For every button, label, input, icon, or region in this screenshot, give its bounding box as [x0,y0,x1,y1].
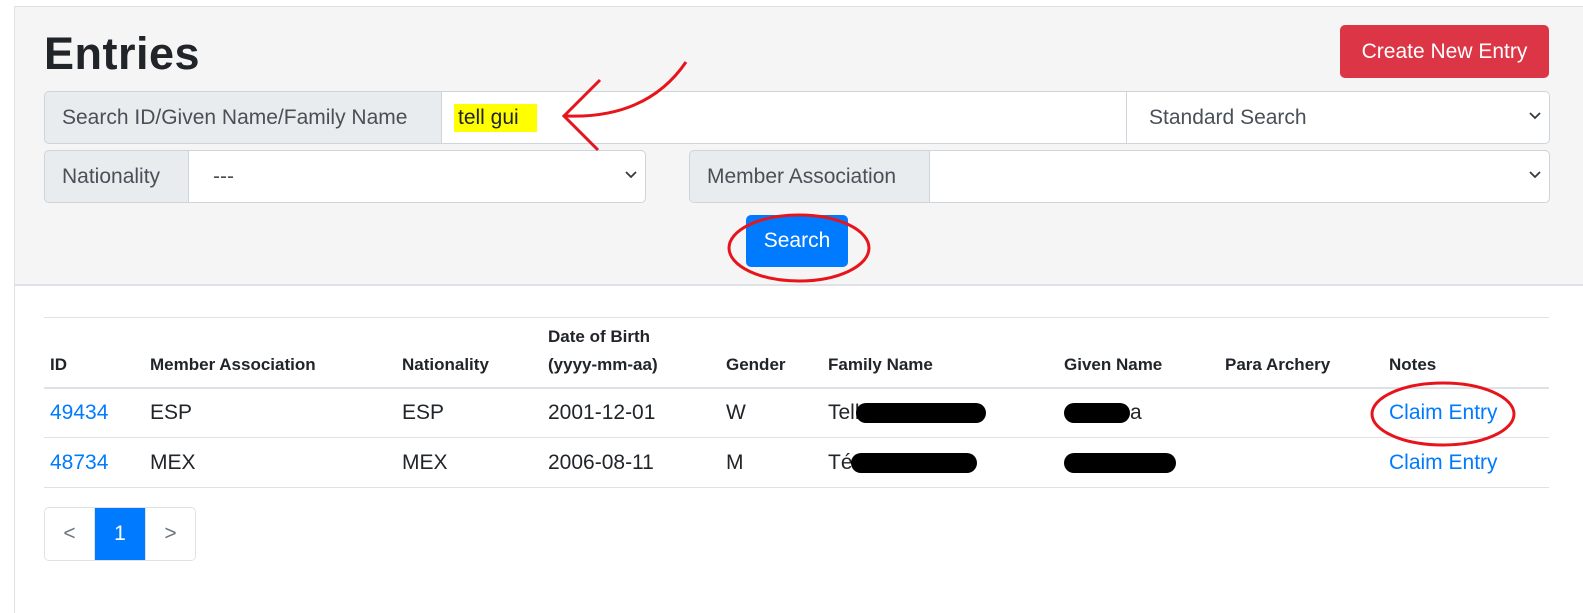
search-mode-select[interactable]: Standard Search [1126,91,1550,144]
column-header-dob-line1: Date of Birth [548,326,650,346]
family-name-visible: Tell [828,400,860,424]
column-header-family-name[interactable]: Family Name [822,317,1058,389]
cell-family-name: Tell [822,387,1058,438]
cell-nationality: MEX [396,437,542,488]
cell-given-name [1058,437,1219,488]
search-input-value: tell gui [454,103,537,132]
cell-member-association: MEX [144,437,396,488]
search-input[interactable]: tell gui [441,91,1127,144]
member-association-select[interactable] [929,150,1550,203]
column-header-notes[interactable]: Notes [1383,317,1549,389]
cell-given-name: a [1058,387,1219,438]
claim-entry-link[interactable]: Claim Entry [1389,451,1498,474]
redaction-mark [1064,403,1130,424]
column-header-member-association[interactable]: Member Association [144,317,396,389]
nationality-label-text: Nationality [62,164,161,188]
column-header-para-archery[interactable]: Para Archery [1219,317,1383,389]
redaction-mark [850,452,977,473]
page-title: Entries [44,28,201,79]
cell-gender: M [720,437,822,488]
cell-id: 48734 [44,437,144,488]
cell-gender: W [720,387,822,438]
column-header-given-name[interactable]: Given Name [1058,317,1219,389]
column-header-date-of-birth[interactable]: Date of Birth (yyyy-mm-aa) [542,317,720,389]
nationality-value: --- [213,164,234,188]
cell-notes: Claim Entry [1383,387,1549,438]
search-label: Search ID/Given Name/Family Name [44,91,442,144]
given-name-visible: a [1130,400,1142,424]
table-row: 49434 ESP ESP 2001-12-01 W Tell a Claim … [44,387,1549,438]
nationality-label: Nationality [44,150,189,203]
pagination-prev-button[interactable]: < [45,508,95,560]
cell-member-association: ESP [144,387,396,438]
entry-id-link[interactable]: 49434 [50,401,108,424]
claim-entry-link[interactable]: Claim Entry [1389,401,1498,424]
search-mode-value: Standard Search [1149,105,1307,129]
cell-notes: Claim Entry [1383,437,1549,488]
column-header-dob-line2: (yyyy-mm-aa) [548,354,658,374]
cell-dob: 2006-08-11 [542,437,720,488]
pagination-page-1[interactable]: 1 [95,508,145,560]
cell-id: 49434 [44,387,144,438]
table-header-row: ID Member Association Nationality Date o… [44,317,1549,389]
member-association-label: Member Association [689,150,930,203]
cell-para-archery [1219,437,1383,488]
redaction-mark [855,403,986,424]
column-header-gender[interactable]: Gender [720,317,822,389]
cell-family-name: Té [822,437,1058,488]
pagination-next-button[interactable]: > [145,508,195,560]
create-new-entry-button[interactable]: Create New Entry [1340,25,1549,78]
chevron-down-icon [1529,110,1541,120]
redaction-mark [1064,452,1176,473]
entry-id-link[interactable]: 48734 [50,451,108,474]
member-association-label-text: Member Association [707,164,897,188]
table-row: 48734 MEX MEX 2006-08-11 M Té Claim Entr… [44,437,1549,488]
cell-dob: 2001-12-01 [542,387,720,438]
search-button[interactable]: Search [746,215,848,267]
family-name-visible: Té [828,450,853,474]
results-table: ID Member Association Nationality Date o… [44,317,1549,488]
search-label-text: Search ID/Given Name/Family Name [62,105,408,129]
pagination: < 1 > [44,507,196,561]
chevron-down-icon [1529,169,1541,179]
column-header-nationality[interactable]: Nationality [396,317,542,389]
chevron-down-icon [625,169,637,179]
nationality-select[interactable]: --- [188,150,646,203]
cell-nationality: ESP [396,387,542,438]
column-header-id[interactable]: ID [44,317,144,389]
cell-para-archery [1219,387,1383,438]
